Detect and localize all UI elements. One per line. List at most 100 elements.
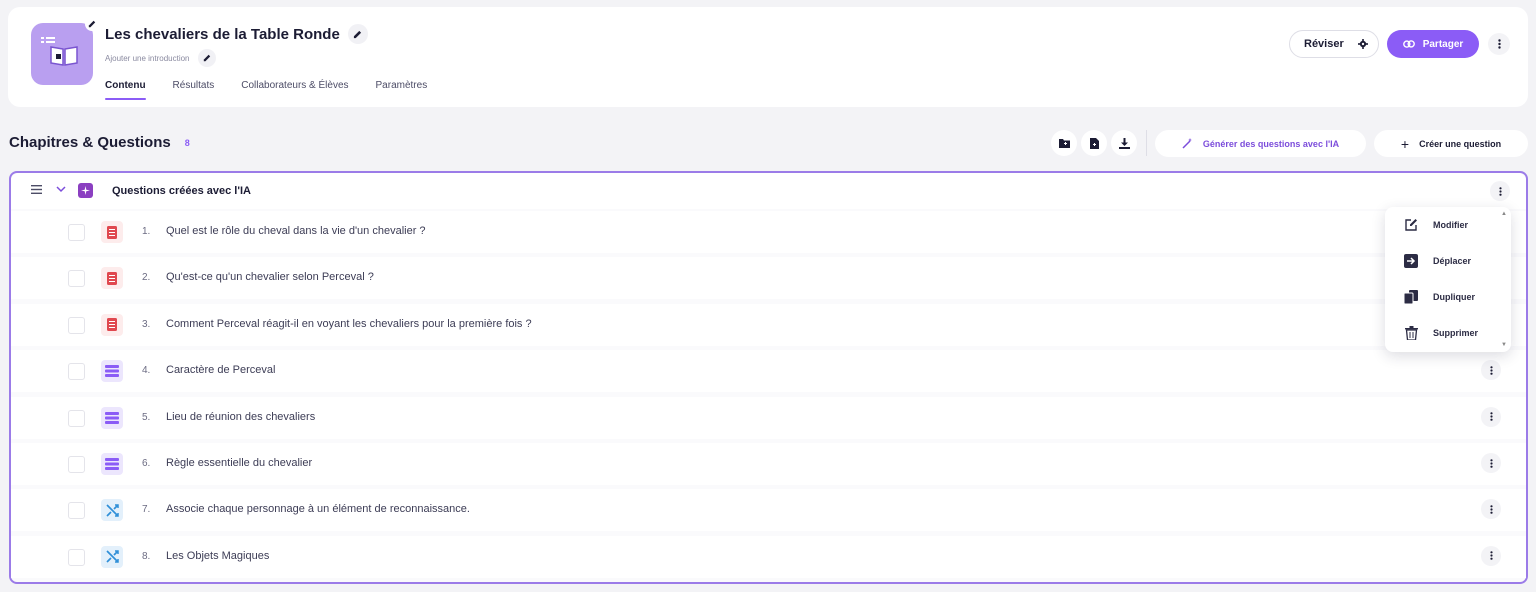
- question-row[interactable]: 2. Qu'est-ce qu'un chevalier selon Percev…: [11, 257, 1526, 300]
- question-row[interactable]: 7. Associe chaque personnage à un élément…: [11, 489, 1526, 532]
- quiz-introduction[interactable]: Ajouter une introduction: [105, 54, 190, 63]
- quiz-cover-image[interactable]: [31, 17, 99, 85]
- question-row[interactable]: 6. Règle essentielle du chevalier: [11, 443, 1526, 485]
- plus-icon: +: [1400, 135, 1410, 152]
- question-text[interactable]: Quel est le rôle du cheval dans la vie d…: [166, 225, 426, 237]
- partager-label: Partager: [1422, 38, 1464, 50]
- question-text[interactable]: Comment Perceval réagit-il en voyant les…: [166, 318, 532, 330]
- partager-button[interactable]: Partager: [1387, 30, 1479, 58]
- question-number: 1.: [142, 226, 151, 237]
- chapter-title[interactable]: Questions créées avec l'IA: [112, 185, 251, 197]
- chapter-more-icon[interactable]: [1490, 181, 1510, 201]
- menu-label: Supprimer: [1433, 328, 1479, 338]
- quiz-title[interactable]: Les chevaliers de la Table Ronde: [105, 26, 340, 43]
- drag-handle-icon[interactable]: [31, 185, 42, 194]
- menu-label: Dupliquer: [1433, 292, 1475, 302]
- question-checkbox[interactable]: [68, 270, 85, 288]
- edit-intro-icon[interactable]: [197, 49, 216, 67]
- question-number: 5.: [142, 411, 151, 423]
- ai-sparkle-icon: [78, 183, 93, 198]
- book-icon: [50, 46, 78, 66]
- add-file-icon[interactable]: [1081, 130, 1107, 156]
- gear-icon[interactable]: [1358, 39, 1368, 49]
- reviser-button[interactable]: Réviser: [1289, 30, 1379, 58]
- chapter-header: Questions créées avec l'IA: [11, 173, 1526, 209]
- menu-item-modifier[interactable]: Modifier: [1385, 207, 1499, 243]
- tab-bar: Contenu Résultats Collaborateurs & Élève…: [105, 80, 427, 100]
- question-number: 6.: [142, 458, 151, 469]
- open-question-icon: [101, 221, 123, 243]
- matching-question-icon: [101, 545, 123, 568]
- magic-wand-icon: [1182, 138, 1192, 149]
- question-text[interactable]: Associe chaque personnage à un élément d…: [166, 503, 470, 515]
- question-count: 8: [184, 137, 190, 148]
- question-text[interactable]: Lieu de réunion des chevaliers: [166, 411, 315, 423]
- question-row[interactable]: 5. Lieu de réunion des chevaliers: [11, 396, 1526, 439]
- menu-label: Déplacer: [1433, 256, 1472, 266]
- question-row[interactable]: 3. Comment Perceval réagit-il en voyant l…: [11, 303, 1526, 346]
- multiple-choice-icon: [101, 360, 123, 383]
- menu-item-supprimer[interactable]: Supprimer: [1385, 315, 1499, 351]
- move-icon: [1403, 253, 1419, 269]
- trash-icon: [1403, 325, 1419, 341]
- question-more-icon[interactable]: [1481, 453, 1501, 473]
- chapter-panel: Questions créées avec l'IA 1. Quel est le…: [9, 171, 1528, 584]
- question-row[interactable]: 8. Les Objets Magiques: [11, 535, 1526, 578]
- create-question-button[interactable]: + Créer une question: [1374, 130, 1528, 157]
- tab-parametres[interactable]: Paramètres: [376, 80, 428, 100]
- question-checkbox[interactable]: [68, 548, 85, 566]
- question-more-icon[interactable]: [1481, 360, 1501, 381]
- generate-ai-questions-button[interactable]: Générer des questions avec l'IA: [1155, 130, 1366, 157]
- chevron-down-icon[interactable]: [56, 186, 66, 193]
- question-text[interactable]: Les Objets Magiques: [166, 550, 269, 562]
- question-number: 4.: [142, 365, 151, 377]
- context-menu: ▲ Modifier Déplacer Dupliquer Supprimer …: [1385, 207, 1511, 352]
- question-checkbox[interactable]: [68, 316, 85, 334]
- question-number: 8.: [142, 550, 151, 562]
- matching-question-icon: [101, 499, 123, 522]
- reviser-label: Réviser: [1304, 38, 1344, 50]
- question-number: 3.: [142, 318, 151, 330]
- question-checkbox[interactable]: [68, 363, 85, 381]
- scroll-up-icon[interactable]: ▲: [1501, 211, 1507, 217]
- menu-item-deplacer[interactable]: Déplacer: [1385, 243, 1499, 279]
- cover-edit-icon[interactable]: [85, 17, 99, 31]
- edit-title-icon[interactable]: [347, 24, 368, 44]
- multiple-choice-icon: [101, 453, 123, 475]
- menu-item-dupliquer[interactable]: Dupliquer: [1385, 279, 1499, 315]
- duplicate-icon: [1403, 289, 1419, 305]
- question-checkbox[interactable]: [68, 456, 85, 473]
- add-folder-icon[interactable]: [1051, 130, 1077, 156]
- tab-collaborateurs[interactable]: Collaborateurs & Élèves: [241, 80, 348, 100]
- open-question-icon: [101, 313, 123, 336]
- edit-icon: [1403, 217, 1419, 233]
- scroll-down-icon[interactable]: ▼: [1501, 342, 1507, 348]
- quiz-header: Les chevaliers de la Table Ronde Ajouter…: [8, 7, 1528, 107]
- question-text[interactable]: Qu'est-ce qu'un chevalier selon Perceval…: [166, 271, 374, 283]
- link-icon: [1402, 40, 1415, 48]
- question-more-icon[interactable]: [1481, 499, 1501, 520]
- question-number: 7.: [142, 504, 151, 516]
- question-number: 2.: [142, 272, 151, 284]
- multiple-choice-icon: [101, 406, 123, 429]
- question-checkbox[interactable]: [68, 224, 85, 241]
- open-question-icon: [101, 267, 123, 290]
- question-more-icon[interactable]: [1481, 406, 1501, 427]
- toolbar-divider: [1146, 130, 1147, 156]
- quiz-title-row: Les chevaliers de la Table Ronde: [105, 24, 368, 44]
- question-row[interactable]: 4. Caractère de Perceval: [11, 350, 1526, 393]
- question-row[interactable]: 1. Quel est le rôle du cheval dans la vie…: [11, 211, 1526, 253]
- tab-resultats[interactable]: Résultats: [173, 80, 215, 100]
- create-label: Créer une question: [1419, 138, 1502, 149]
- question-checkbox[interactable]: [68, 409, 85, 427]
- download-icon[interactable]: [1111, 130, 1137, 156]
- question-checkbox[interactable]: [68, 502, 85, 520]
- question-text[interactable]: Caractère de Perceval: [166, 364, 275, 376]
- section-header: Chapitres & Questions 8: [9, 134, 190, 151]
- generate-label: Générer des questions avec l'IA: [1202, 138, 1340, 149]
- tab-contenu[interactable]: Contenu: [105, 80, 146, 100]
- question-text[interactable]: Règle essentielle du chevalier: [166, 457, 312, 469]
- section-title: Chapitres & Questions: [9, 134, 171, 151]
- question-more-icon[interactable]: [1481, 545, 1501, 566]
- more-options-icon[interactable]: [1488, 33, 1510, 55]
